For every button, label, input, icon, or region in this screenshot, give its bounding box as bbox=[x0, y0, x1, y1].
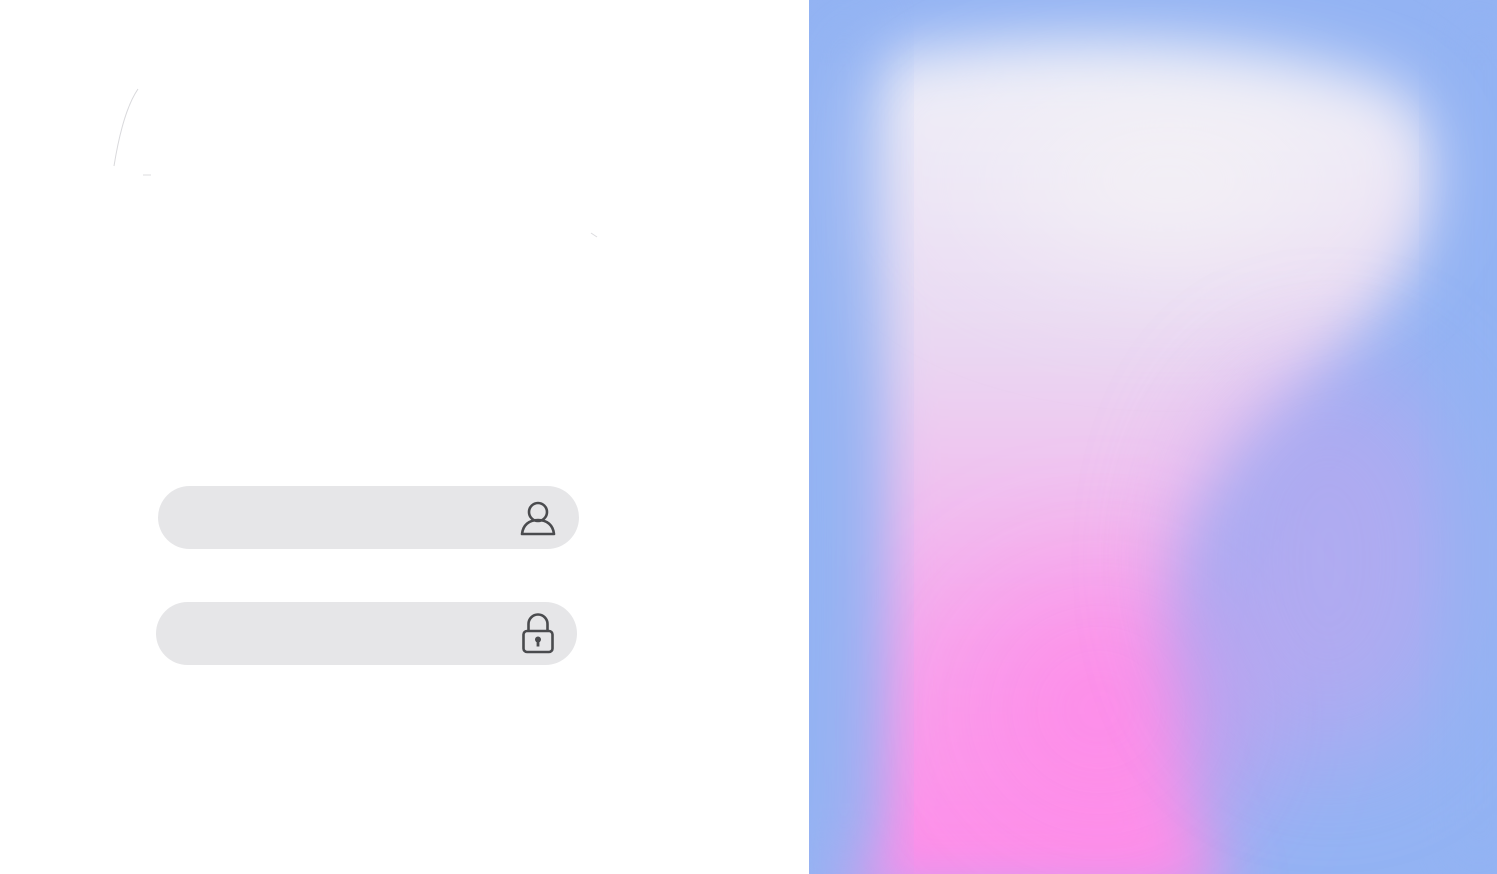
decorative-gradient-panel bbox=[809, 0, 1497, 874]
username-field[interactable] bbox=[158, 486, 579, 551]
logo-trace bbox=[113, 88, 598, 238]
password-field[interactable] bbox=[156, 602, 577, 667]
username-input[interactable] bbox=[186, 486, 510, 551]
lock-icon bbox=[522, 613, 554, 654]
password-input[interactable] bbox=[184, 602, 508, 667]
gradient-artwork bbox=[809, 0, 1497, 874]
login-panel bbox=[0, 0, 809, 874]
user-icon bbox=[520, 501, 556, 536]
login-page bbox=[0, 0, 1497, 874]
